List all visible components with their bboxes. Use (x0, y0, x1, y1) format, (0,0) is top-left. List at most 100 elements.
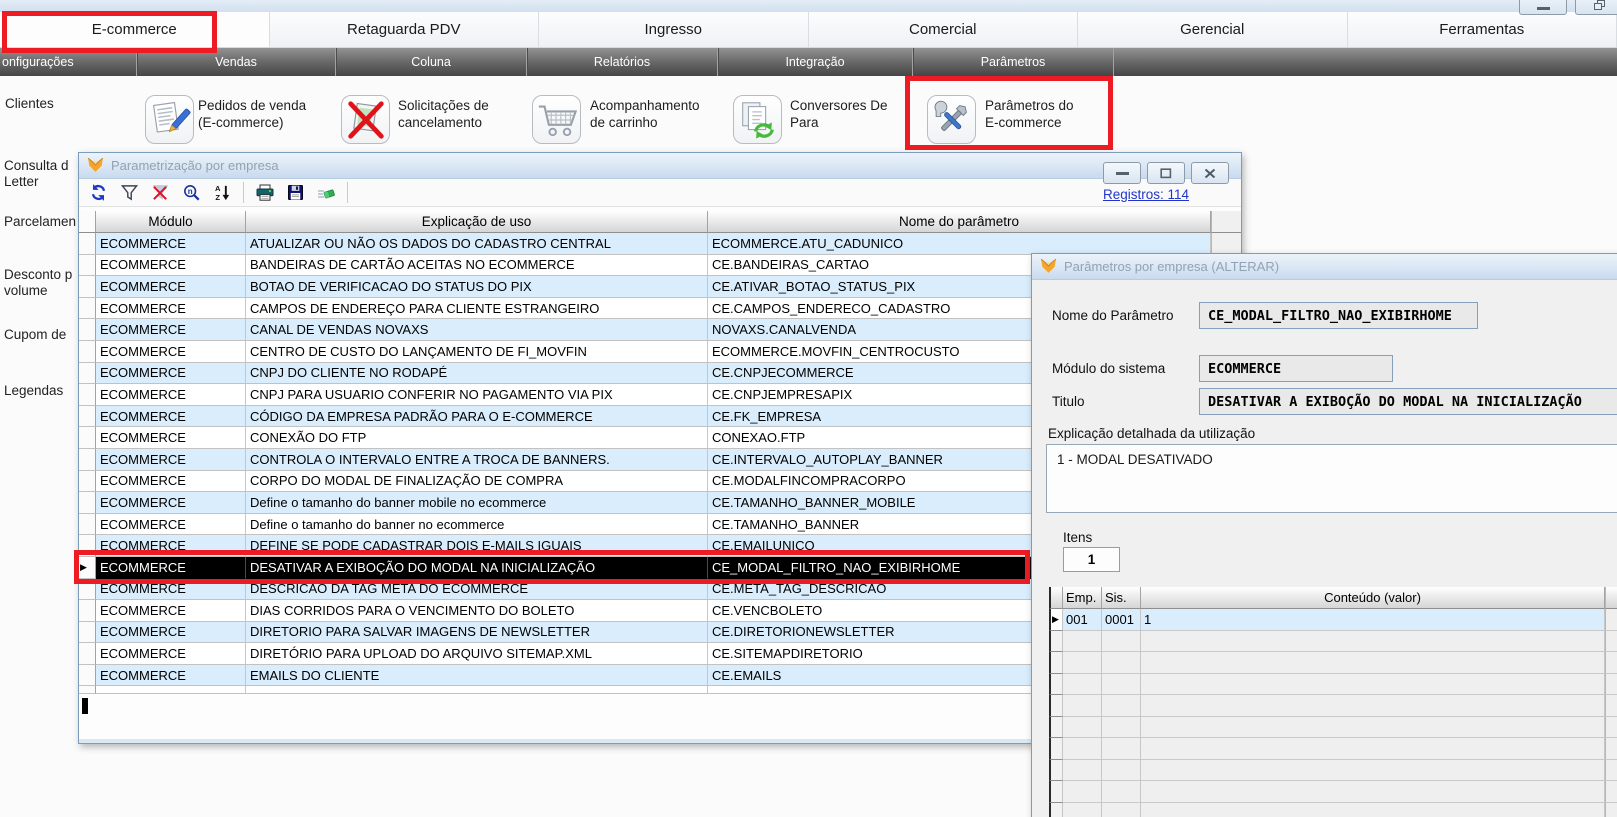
tab-gerencial[interactable]: Gerencial (1078, 12, 1348, 47)
table-row[interactable]: ECOMMERCEATUALIZAR OU NÃO OS DADOS DO CA… (79, 233, 1241, 255)
row-indicator-cell (79, 579, 96, 601)
itens-grid-empty-row[interactable] (1049, 652, 1617, 674)
cell-explicacao: CNPJ PARA USUARIO CONFERIR NO PAGAMENTO … (246, 384, 708, 406)
refresh-icon[interactable] (88, 182, 109, 203)
sidebar-item-clientes[interactable]: Clientes (5, 96, 54, 112)
sidebar-item-consulta-d[interactable]: Consulta dLetter (4, 158, 69, 190)
menu-item-integra-o[interactable]: Integração (718, 48, 913, 76)
sort-az-icon[interactable]: AZ (212, 182, 233, 203)
itens-count-field[interactable]: 1 (1063, 547, 1120, 572)
eraser-icon[interactable] (316, 182, 337, 203)
tab-ferramentas[interactable]: Ferramentas (1348, 12, 1617, 47)
print-icon[interactable] (254, 182, 275, 203)
column-header-sis[interactable]: Sis. (1102, 587, 1141, 609)
row-indicator-cell (79, 384, 96, 406)
menu-item-coluna[interactable]: Coluna (336, 48, 527, 76)
tab-retaguarda-pdv[interactable]: Retaguarda PDV (270, 12, 540, 47)
row-indicator-cell (79, 665, 96, 687)
maximize-button[interactable] (1147, 162, 1185, 184)
svg-text:A: A (215, 184, 221, 193)
clear-filter-icon[interactable] (150, 182, 171, 203)
itens-grid-empty-row[interactable] (1049, 781, 1617, 803)
save-icon[interactable] (285, 182, 306, 203)
parametros-edit-window: Parâmetros por empresa (ALTERAR) Nome do… (1031, 253, 1617, 817)
ribbon: Pedidos de venda(E-commerce)Solicitações… (0, 76, 1617, 150)
itens-grid-row[interactable]: ▶00100011 (1049, 609, 1617, 631)
sidebar-item-legendas[interactable]: Legendas (4, 383, 63, 399)
cell-modulo: ECOMMERCE (96, 341, 246, 363)
cell-modulo: ECOMMERCE (96, 492, 246, 514)
titulo-field[interactable]: DESATIVAR A EXIBOÇÃO DO MODAL NA INICIAL… (1199, 388, 1617, 415)
column-header-explica-o-de-uso[interactable]: Explicação de uso (246, 211, 708, 233)
cell-modulo: ECOMMERCE (96, 276, 246, 298)
cell-explicacao: CONEXÃO DO FTP (246, 427, 708, 449)
sales-order-icon (145, 95, 194, 144)
column-header-nome-do-par-metro[interactable]: Nome do parâmetro (708, 211, 1211, 233)
ribbon-item-label: Acompanhamentode carrinho (590, 97, 700, 131)
cell-modulo: ECOMMERCE (96, 535, 246, 557)
toolbar-separator (243, 182, 244, 203)
ribbon-item-label: Conversores DePara (790, 97, 888, 131)
tab-e-commerce[interactable]: E-commerce (0, 12, 270, 47)
search-icon[interactable]: n (181, 182, 202, 203)
cell-explicacao: ATUALIZAR OU NÃO OS DADOS DO CADASTRO CE… (246, 233, 708, 255)
menu-item-par-metros[interactable]: Parâmetros (913, 48, 1114, 76)
minimize-icon (1537, 7, 1550, 10)
tab-ingresso[interactable]: Ingresso (539, 12, 809, 47)
explicacao-textarea[interactable]: 1 - MODAL DESATIVADO (1046, 444, 1617, 513)
sidebar-item-desconto-p[interactable]: Desconto pvolume (4, 267, 72, 299)
menu-item-vendas[interactable]: Vendas (137, 48, 336, 76)
row-indicator-cell (1049, 695, 1063, 717)
itens-grid-empty-row[interactable] (1049, 717, 1617, 739)
cell-modulo: ECOMMERCE (96, 319, 246, 341)
cell-modulo: ECOMMERCE (96, 255, 246, 277)
sidebar-item-cupom-de[interactable]: Cupom de (4, 327, 66, 343)
ribbon-item-label: Parâmetros doE-commerce (985, 97, 1074, 131)
cell-explicacao: CANAL DE VENDAS NOVAXS (246, 319, 708, 341)
cell-explicacao: Define o tamanho do banner no ecommerce (246, 514, 708, 536)
itens-grid-empty-row[interactable] (1049, 695, 1617, 717)
ribbon-item-label: Solicitações decancelamento (398, 97, 489, 131)
cell-explicacao: DIRETÓRIO PARA UPLOAD DO ARQUIVO SITEMAP… (246, 643, 708, 665)
cell-modulo: ECOMMERCE (96, 363, 246, 385)
row-indicator-cell (79, 255, 96, 277)
menu-item-relat-rios[interactable]: Relatórios (527, 48, 718, 76)
header-filler (1211, 211, 1241, 233)
registros-link[interactable]: Registros: 114 (1103, 187, 1189, 202)
minimize-icon (1116, 172, 1129, 175)
cell-modulo: ECOMMERCE (96, 233, 246, 255)
itens-grid: Emp.Sis.Conteúdo (valor)▶00100011 (1049, 587, 1617, 817)
header-indicator-cell (1049, 587, 1063, 609)
itens-grid-empty-row[interactable] (1049, 674, 1617, 696)
column-header-emp[interactable]: Emp. (1063, 587, 1102, 609)
itens-grid-empty-row[interactable] (1049, 738, 1617, 760)
menubar: onfiguraçõesVendasColunaRelatóriosIntegr… (0, 48, 1617, 76)
column-header-m-dulo[interactable]: Módulo (96, 211, 246, 233)
itens-grid-empty-row[interactable] (1049, 631, 1617, 653)
minimize-button[interactable] (1103, 162, 1141, 184)
restore-icon (1594, 0, 1605, 10)
cell-modulo: ECOMMERCE (96, 665, 246, 687)
column-header-conteudo[interactable]: Conteúdo (valor) (1141, 587, 1605, 609)
window-restore-button[interactable] (1575, 0, 1617, 15)
itens-grid-empty-row[interactable] (1049, 760, 1617, 782)
edit-window-titlebar: Parâmetros por empresa (ALTERAR) (1032, 254, 1617, 280)
window-minimize-button[interactable] (1519, 0, 1567, 15)
text-cursor (82, 698, 88, 714)
nome-parametro-field[interactable]: CE_MODAL_FILTRO_NAO_EXIBIRHOME (1199, 302, 1478, 329)
row-indicator-cell (79, 643, 96, 665)
tab-comercial[interactable]: Comercial (809, 12, 1079, 47)
filter-icon[interactable] (119, 182, 140, 203)
modulo-sistema-field[interactable]: ECOMMERCE (1199, 355, 1393, 382)
row-indicator-cell (79, 233, 96, 255)
close-button[interactable] (1191, 162, 1229, 184)
sidebar-item-parcelamen[interactable]: Parcelamen (4, 214, 76, 230)
cell-modulo: ECOMMERCE (96, 643, 246, 665)
row-indicator-cell (79, 449, 96, 471)
cell-modulo: ECOMMERCE (96, 406, 246, 428)
vertical-scrollbar-area[interactable] (1605, 609, 1617, 631)
vertical-scrollbar-area[interactable] (1211, 233, 1241, 255)
itens-grid-empty-row[interactable] (1049, 803, 1617, 817)
cell-modulo: ECOMMERCE (96, 557, 246, 579)
menu-item-onfigura-es[interactable]: onfigurações (0, 48, 137, 76)
